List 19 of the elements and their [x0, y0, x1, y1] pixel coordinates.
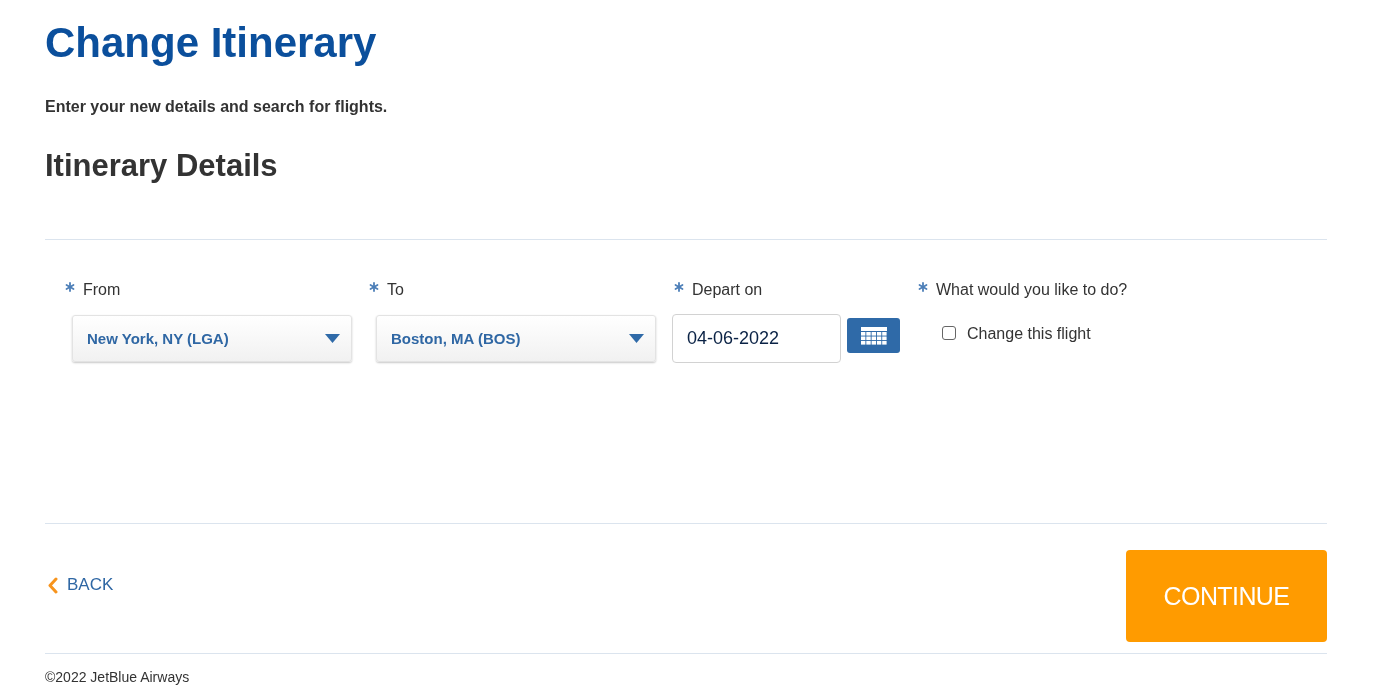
checkbox-label[interactable]: Change this flight	[967, 324, 1091, 344]
caret-icon	[629, 334, 644, 343]
field-label: Depart on	[692, 280, 763, 300]
copyright-text: ©2022 JetBlue Airways	[45, 668, 190, 686]
date-field[interactable]: 04-06-2022	[672, 314, 841, 363]
field-label: From	[83, 280, 121, 300]
calendar-button[interactable]	[847, 318, 900, 353]
section-title: Itinerary Details	[45, 148, 278, 184]
chevron-left-icon	[47, 576, 58, 594]
back-link[interactable]: BACK	[47, 575, 114, 595]
page-title: Change Itinerary	[45, 18, 377, 68]
airport-select[interactable]: New York, NY (LGA)	[72, 315, 352, 362]
field-label: To	[387, 280, 404, 300]
field-label: What would you like to do?	[936, 280, 1128, 300]
caret-icon	[325, 334, 340, 343]
calendar-icon	[860, 326, 887, 345]
airport-select[interactable]: Boston, MA (BOS)	[376, 315, 656, 362]
intro-text: Enter your new details and search for flights.	[45, 97, 388, 117]
checkbox[interactable]	[942, 325, 956, 340]
